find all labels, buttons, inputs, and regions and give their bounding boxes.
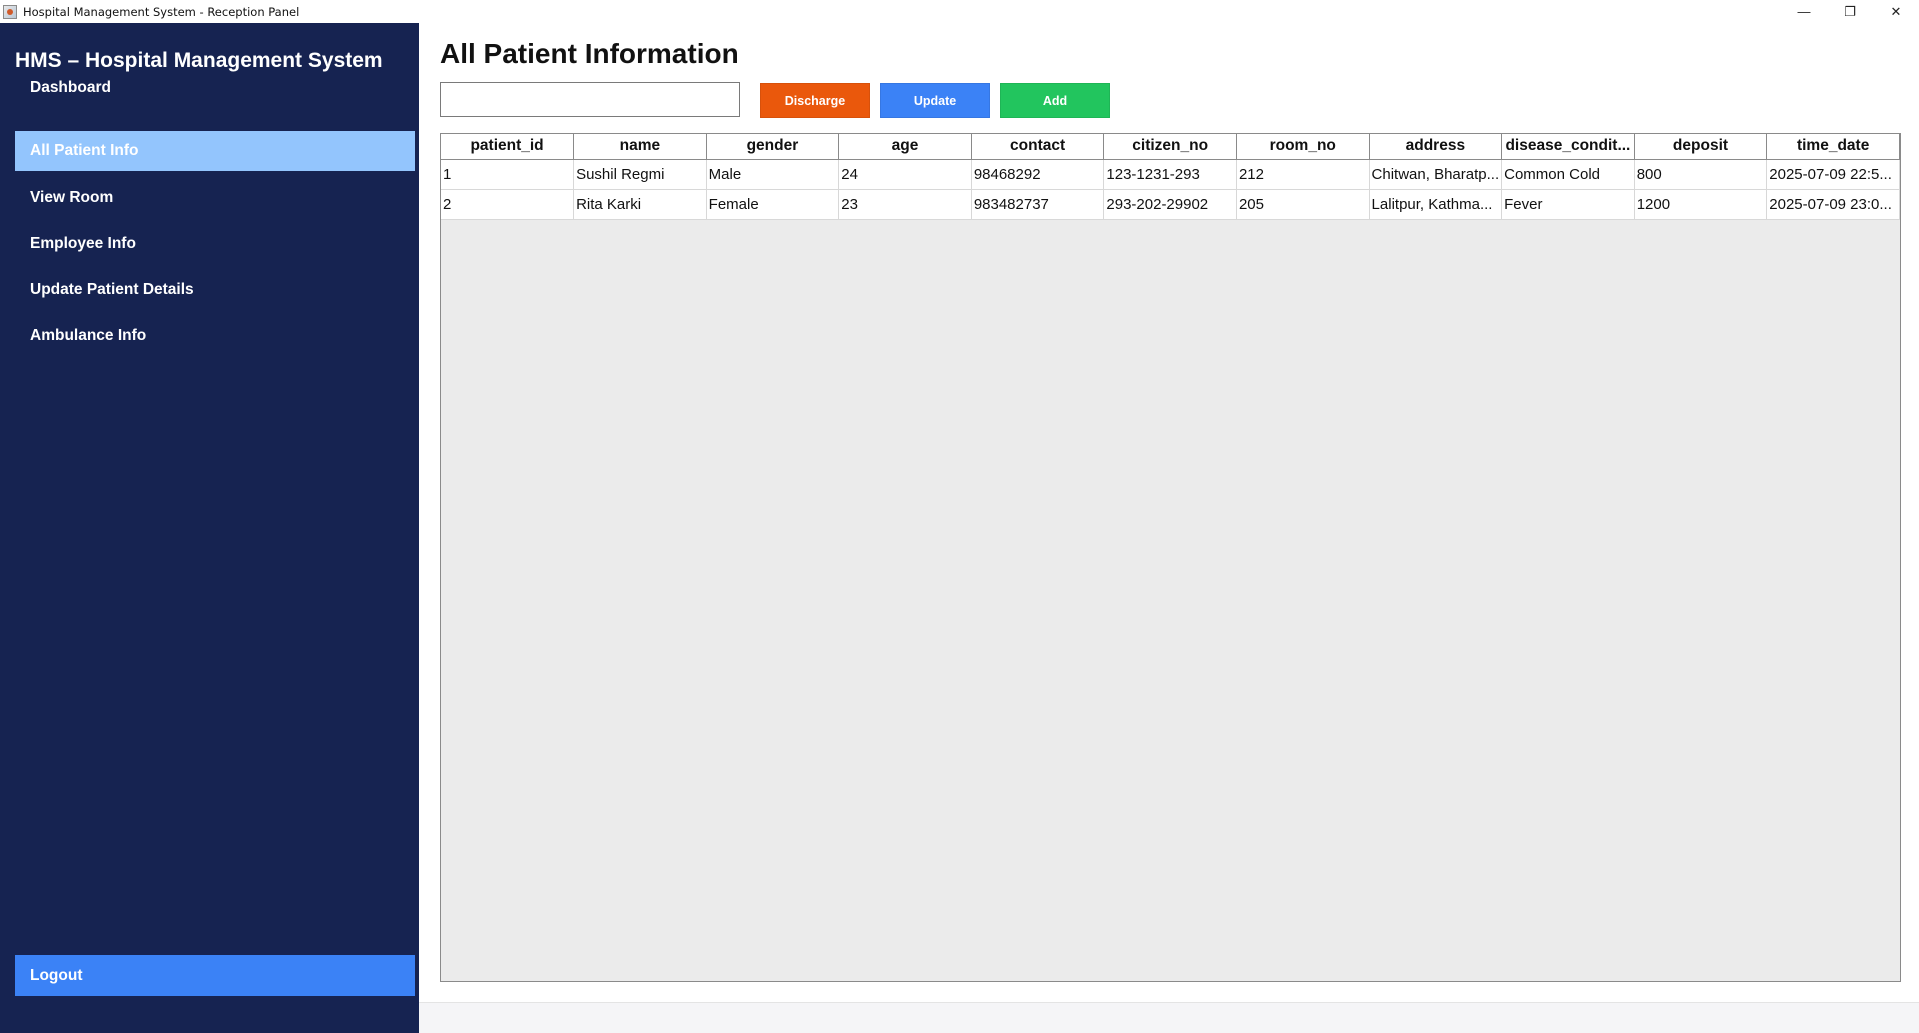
table-cell[interactable]: 123-1231-293 bbox=[1103, 159, 1237, 190]
main-panel: All Patient Information Discharge Update… bbox=[419, 23, 1919, 1033]
column-header-room-no[interactable]: room_no bbox=[1236, 134, 1370, 160]
discharge-button[interactable]: Discharge bbox=[760, 83, 870, 118]
column-header-deposit[interactable]: deposit bbox=[1634, 134, 1768, 160]
column-header-disease-condition[interactable]: disease_condit... bbox=[1501, 134, 1635, 160]
table-cell[interactable]: Chitwan, Bharatp... bbox=[1369, 159, 1503, 190]
column-header-gender[interactable]: gender bbox=[706, 134, 840, 160]
table-cell[interactable]: 98468292 bbox=[971, 159, 1105, 190]
patient-table: patient_id name gender age contact citiz… bbox=[441, 134, 1900, 220]
table-cell[interactable]: 2025-07-09 23:0... bbox=[1766, 189, 1900, 220]
table-row[interactable]: 2 Rita Karki Female 23 983482737 293-202… bbox=[441, 189, 1900, 220]
page-title: All Patient Information bbox=[440, 38, 739, 69]
table-cell[interactable]: 2025-07-09 22:5... bbox=[1766, 159, 1900, 190]
table-cell[interactable]: 983482737 bbox=[971, 189, 1105, 220]
table-header-row: patient_id name gender age contact citiz… bbox=[441, 134, 1900, 160]
table-cell[interactable]: Male bbox=[706, 159, 840, 190]
sidebar-item-view-room[interactable]: View Room bbox=[15, 178, 415, 218]
window-titlebar: Hospital Management System - Reception P… bbox=[0, 0, 1919, 23]
column-header-patient-id[interactable]: patient_id bbox=[441, 134, 575, 160]
table-row[interactable]: 1 Sushil Regmi Male 24 98468292 123-1231… bbox=[441, 159, 1900, 190]
table-cell[interactable]: Lalitpur, Kathma... bbox=[1369, 189, 1503, 220]
sidebar-item-employee-info[interactable]: Employee Info bbox=[15, 224, 415, 264]
java-app-icon bbox=[3, 4, 17, 19]
table-cell[interactable]: Fever bbox=[1501, 189, 1635, 220]
table-cell[interactable]: Common Cold bbox=[1501, 159, 1635, 190]
table-cell[interactable]: Rita Karki bbox=[573, 189, 707, 220]
column-header-citizen-no[interactable]: citizen_no bbox=[1103, 134, 1237, 160]
table-cell[interactable]: 2 bbox=[441, 189, 575, 220]
maximize-icon[interactable]: ❐ bbox=[1827, 0, 1873, 23]
status-bar bbox=[419, 1002, 1919, 1033]
table-cell[interactable]: Sushil Regmi bbox=[573, 159, 707, 190]
sidebar-item-dashboard[interactable]: Dashboard bbox=[15, 68, 415, 108]
sidebar: HMS – Hospital Management System Dashboa… bbox=[0, 23, 419, 1033]
logout-button[interactable]: Logout bbox=[15, 955, 415, 996]
table-cell[interactable]: 800 bbox=[1634, 159, 1768, 190]
table-cell[interactable]: 23 bbox=[838, 189, 972, 220]
column-header-age[interactable]: age bbox=[838, 134, 972, 160]
table-cell[interactable]: 1 bbox=[441, 159, 575, 190]
table-cell[interactable]: 24 bbox=[838, 159, 972, 190]
patient-table-container[interactable]: patient_id name gender age contact citiz… bbox=[440, 133, 1901, 982]
window-title: Hospital Management System - Reception P… bbox=[23, 4, 300, 19]
sidebar-item-all-patient-info[interactable]: All Patient Info bbox=[15, 131, 415, 171]
column-header-time-date[interactable]: time_date bbox=[1766, 134, 1900, 160]
sidebar-item-update-patient-details[interactable]: Update Patient Details bbox=[15, 270, 415, 310]
close-icon[interactable]: ✕ bbox=[1873, 0, 1919, 23]
table-cell[interactable]: 212 bbox=[1236, 159, 1370, 190]
table-cell[interactable]: Female bbox=[706, 189, 840, 220]
column-header-contact[interactable]: contact bbox=[971, 134, 1105, 160]
minimize-icon[interactable]: — bbox=[1781, 0, 1827, 23]
table-cell[interactable]: 293-202-29902 bbox=[1103, 189, 1237, 220]
sidebar-item-ambulance-info[interactable]: Ambulance Info bbox=[15, 316, 415, 356]
column-header-name[interactable]: name bbox=[573, 134, 707, 160]
column-header-address[interactable]: address bbox=[1369, 134, 1503, 160]
add-button[interactable]: Add bbox=[1000, 83, 1110, 118]
update-button[interactable]: Update bbox=[880, 83, 990, 118]
table-cell[interactable]: 205 bbox=[1236, 189, 1370, 220]
search-input[interactable] bbox=[440, 82, 740, 117]
table-cell[interactable]: 1200 bbox=[1634, 189, 1768, 220]
